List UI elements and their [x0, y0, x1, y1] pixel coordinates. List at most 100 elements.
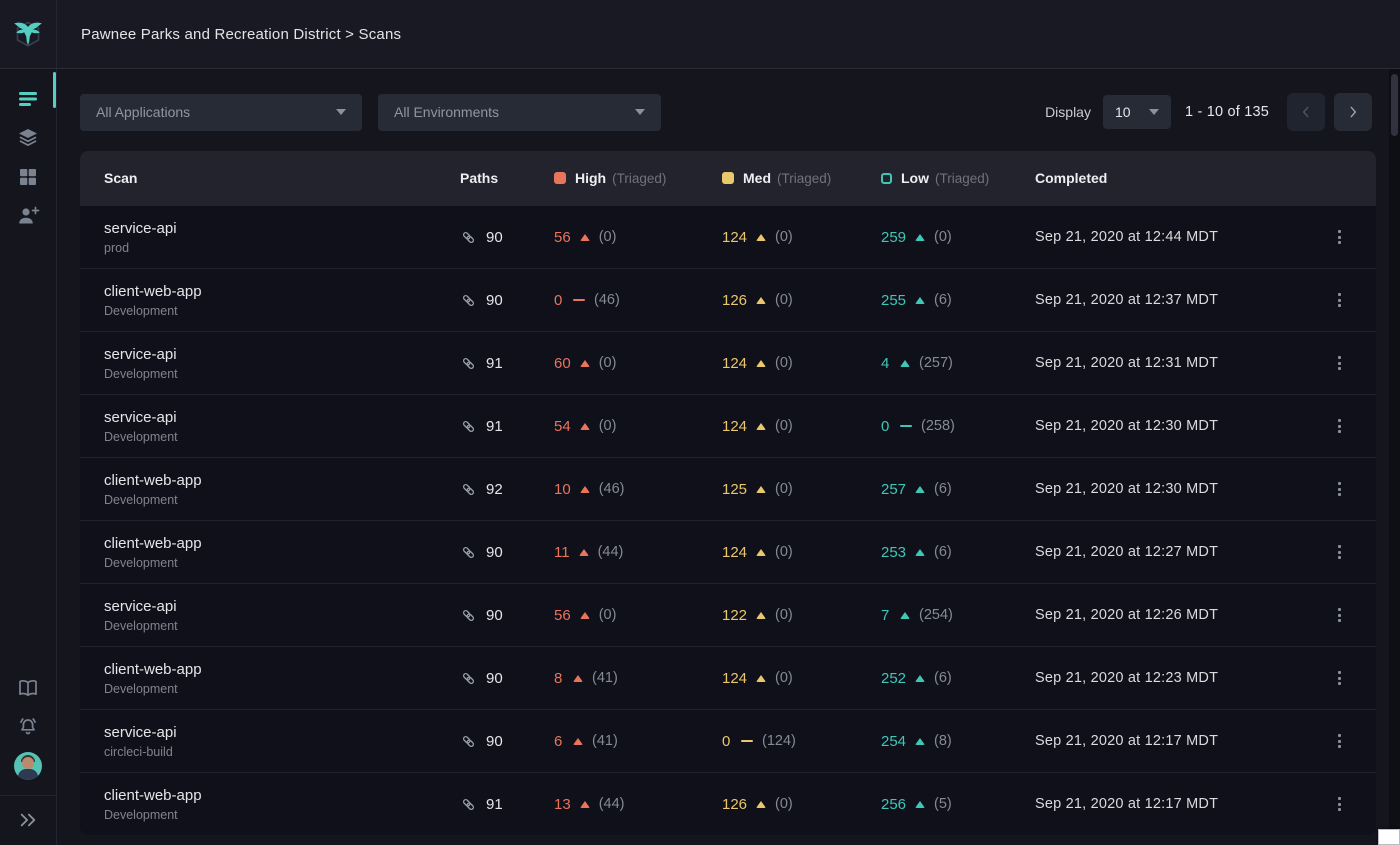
table-row[interactable]: service-api circleci-build 90 6 (41) 0 (…	[80, 709, 1376, 772]
low-count: 0	[881, 418, 891, 435]
paths-cell: 90	[460, 733, 554, 750]
scan-cell: service-api Development	[104, 598, 460, 633]
table-row[interactable]: client-web-app Development 91 13 (44) 12…	[80, 772, 1376, 835]
page-size-value: 10	[1115, 104, 1131, 120]
environments-filter-select[interactable]: All Environments	[378, 94, 661, 131]
high-triaged-count: (46)	[594, 292, 620, 308]
applications-filter-select[interactable]: All Applications	[80, 94, 362, 131]
row-menu-button[interactable]	[1326, 224, 1352, 250]
med-count: 124	[722, 544, 747, 561]
med-cell: 124 (0)	[722, 355, 881, 372]
med-cell: 124 (0)	[722, 418, 881, 435]
chevron-down-icon	[1149, 109, 1159, 115]
scrollbar-track[interactable]	[1389, 69, 1400, 845]
sidebar-item-docs[interactable]	[0, 668, 57, 707]
link-icon	[460, 796, 477, 813]
sidebar-item-profile[interactable]	[0, 746, 57, 785]
sidebar-item-invite-user[interactable]	[0, 196, 57, 235]
scan-environment: Development	[104, 556, 460, 570]
page-size-select[interactable]: 10	[1103, 95, 1171, 129]
row-menu-button[interactable]	[1326, 476, 1352, 502]
table-row[interactable]: client-web-app Development 90 0 (46) 126…	[80, 268, 1376, 331]
scan-cell: service-api prod	[104, 220, 460, 255]
table-row[interactable]: service-api Development 90 56 (0) 122 (0…	[80, 583, 1376, 646]
row-menu-button[interactable]	[1326, 413, 1352, 439]
completed-timestamp: Sep 21, 2020 at 12:44 MDT	[1035, 229, 1320, 245]
sidebar-top-group	[0, 79, 57, 235]
med-count: 125	[722, 481, 747, 498]
low-cell: 253 (6)	[881, 544, 1035, 561]
table-row[interactable]: client-web-app Development 90 11 (44) 12…	[80, 520, 1376, 583]
previous-page-button[interactable]	[1287, 93, 1325, 131]
link-icon	[460, 544, 477, 561]
book-icon	[16, 676, 40, 700]
sidebar-item-grid[interactable]	[0, 157, 57, 196]
row-menu-button[interactable]	[1326, 539, 1352, 565]
trend-icon	[915, 675, 925, 682]
row-menu-button[interactable]	[1326, 665, 1352, 691]
row-menu-button[interactable]	[1326, 602, 1352, 628]
med-count: 124	[722, 418, 747, 435]
trend-icon	[756, 297, 766, 304]
high-count: 6	[554, 733, 564, 750]
high-triaged-count: (0)	[599, 355, 617, 371]
scan-cell: client-web-app Development	[104, 283, 460, 318]
high-count: 56	[554, 229, 571, 246]
scrollbar-thumb[interactable]	[1391, 74, 1398, 136]
column-header-low: Low (Triaged)	[881, 170, 1035, 186]
high-count: 10	[554, 481, 571, 498]
kebab-icon	[1338, 293, 1341, 296]
link-icon	[460, 418, 477, 435]
table-header-row: Scan Paths High (Triaged) Med (Triaged) …	[80, 151, 1376, 205]
row-menu-button[interactable]	[1326, 287, 1352, 313]
trend-icon	[573, 738, 583, 745]
low-count: 7	[881, 607, 891, 624]
trend-icon	[580, 612, 590, 619]
sidebar-item-layers[interactable]	[0, 118, 57, 157]
table-row[interactable]: client-web-app Development 92 10 (46) 12…	[80, 457, 1376, 520]
app-logo[interactable]	[0, 0, 57, 68]
next-page-button[interactable]	[1334, 93, 1372, 131]
sidebar-item-notifications[interactable]	[0, 707, 57, 746]
row-menu-button[interactable]	[1326, 791, 1352, 817]
paths-count: 90	[486, 229, 503, 246]
med-cell: 124 (0)	[722, 229, 881, 246]
table-body: service-api prod 90 56 (0) 124 (0) 259	[80, 205, 1376, 835]
table-row[interactable]: client-web-app Development 90 8 (41) 124…	[80, 646, 1376, 709]
row-menu-button[interactable]	[1326, 350, 1352, 376]
med-cell: 124 (0)	[722, 544, 881, 561]
bottom-right-artifact	[1378, 829, 1400, 845]
low-count: 4	[881, 355, 891, 372]
sidebar-item-scans-list[interactable]	[0, 79, 57, 118]
scan-cell: service-api circleci-build	[104, 724, 460, 759]
med-triaged-count: (0)	[775, 670, 793, 686]
table-row[interactable]: service-api Development 91 60 (0) 124 (0…	[80, 331, 1376, 394]
paths-cell: 90	[460, 292, 554, 309]
completed-timestamp: Sep 21, 2020 at 12:17 MDT	[1035, 796, 1320, 812]
high-count: 60	[554, 355, 571, 372]
link-icon	[460, 481, 477, 498]
med-cell: 125 (0)	[722, 481, 881, 498]
scan-environment: prod	[104, 241, 460, 255]
chevron-left-icon	[1299, 105, 1313, 119]
completed-timestamp: Sep 21, 2020 at 12:17 MDT	[1035, 733, 1320, 749]
med-count: 122	[722, 607, 747, 624]
high-severity-swatch	[554, 172, 566, 184]
table-row[interactable]: service-api prod 90 56 (0) 124 (0) 259	[80, 205, 1376, 268]
low-cell: 7 (254)	[881, 607, 1035, 624]
trend-icon	[915, 234, 925, 241]
scan-environment: Development	[104, 682, 460, 696]
low-cell: 259 (0)	[881, 229, 1035, 246]
med-count: 124	[722, 229, 747, 246]
scan-cell: service-api Development	[104, 346, 460, 381]
low-count: 254	[881, 733, 906, 750]
trend-icon	[915, 549, 925, 556]
row-menu-button[interactable]	[1326, 728, 1352, 754]
low-cell: 254 (8)	[881, 733, 1035, 750]
column-header-high: High (Triaged)	[554, 170, 722, 186]
med-triaged-count: (124)	[762, 733, 796, 749]
high-count: 13	[554, 796, 571, 813]
table-row[interactable]: service-api Development 91 54 (0) 124 (0…	[80, 394, 1376, 457]
trend-icon	[900, 425, 912, 427]
sidebar-expand-button[interactable]	[0, 800, 57, 839]
